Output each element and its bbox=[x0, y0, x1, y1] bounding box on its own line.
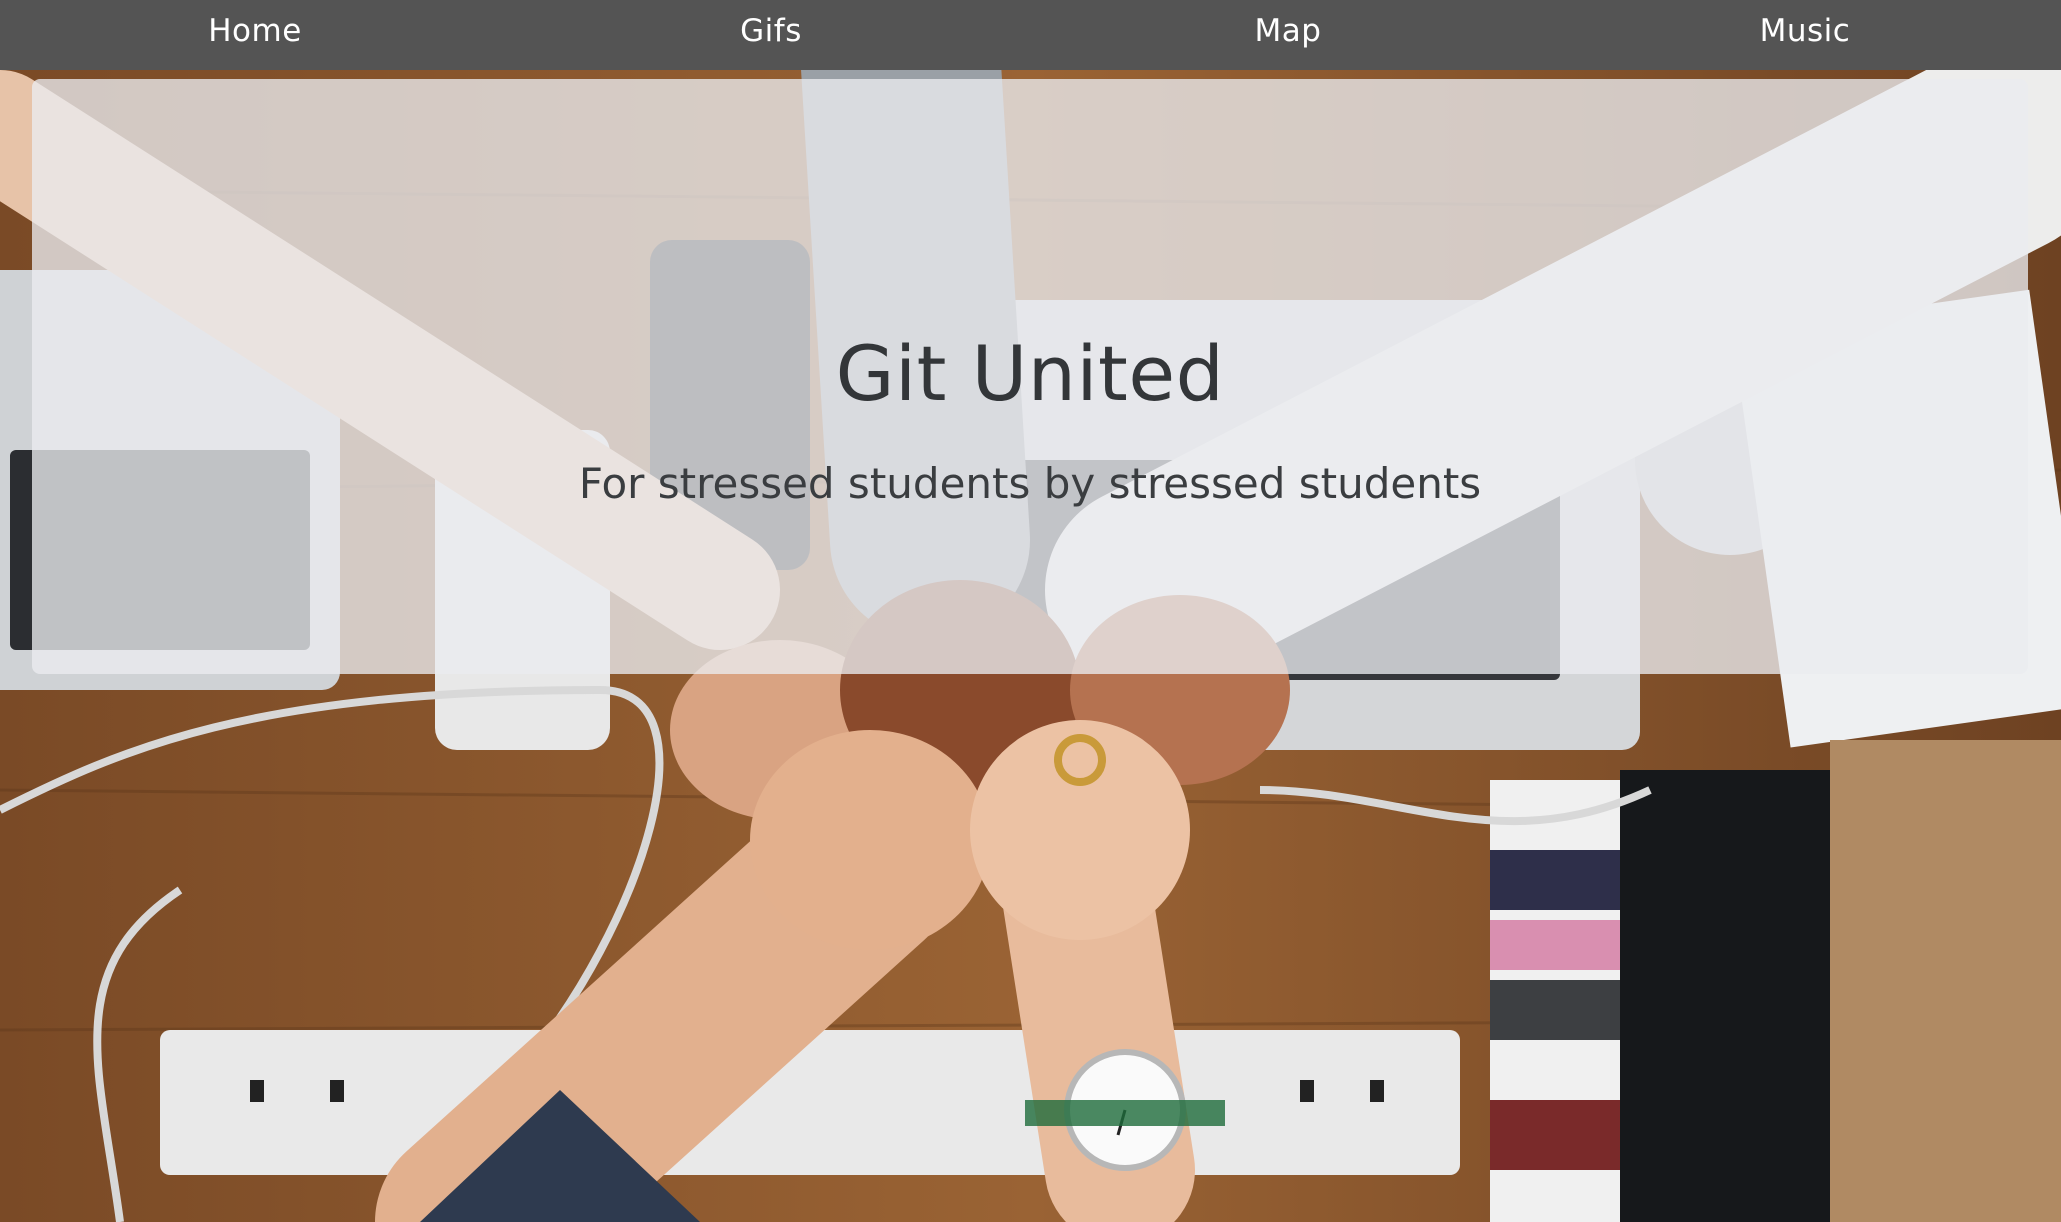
nav-home-link[interactable]: Home bbox=[105, 0, 405, 70]
nav-music-link[interactable]: Music bbox=[1655, 0, 1955, 70]
page-title: Git United bbox=[835, 329, 1225, 418]
nav-map-link[interactable]: Map bbox=[1138, 0, 1438, 70]
top-navbar: Home Gifs Map Music bbox=[0, 0, 2061, 70]
nav-gifs-link[interactable]: Gifs bbox=[621, 0, 921, 70]
page-subtitle: For stressed students by stressed studen… bbox=[578, 459, 1482, 508]
hero-jumbotron: Git United For stressed students by stre… bbox=[32, 79, 2028, 674]
